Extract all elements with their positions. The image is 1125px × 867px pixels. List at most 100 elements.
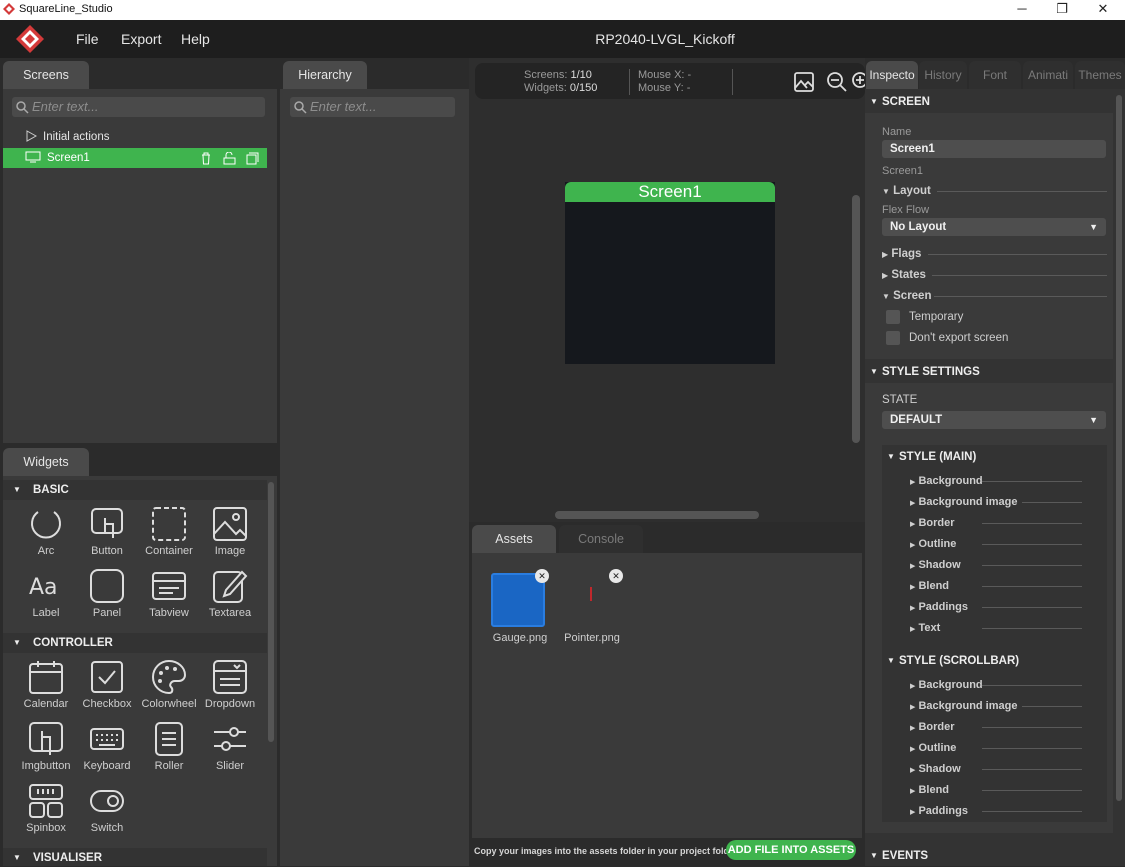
tab-console[interactable]: Console	[559, 525, 643, 553]
remove-asset-icon[interactable]: ✕	[535, 569, 549, 583]
screen-list-item[interactable]: Screen1	[3, 148, 267, 168]
widget-label[interactable]: Aa Label	[16, 568, 76, 619]
tab-hierarchy[interactable]: Hierarchy	[283, 61, 367, 89]
events-header[interactable]: ▼ EVENTS	[865, 845, 1113, 867]
screens-search-input[interactable]: Enter text...	[12, 97, 265, 117]
widget-colorwheel[interactable]: Colorwheel	[139, 659, 199, 710]
widget-checkbox[interactable]: Checkbox	[77, 659, 137, 710]
widget-calendar[interactable]: Calendar	[16, 659, 76, 710]
tab-screens[interactable]: Screens	[3, 61, 89, 89]
minimize-button[interactable]: ─	[1008, 1, 1036, 16]
dont-export-label: Don't export screen	[909, 332, 1009, 344]
screen-section-header[interactable]: ▼ SCREEN	[865, 91, 1113, 113]
dont-export-checkbox[interactable]	[886, 331, 900, 345]
widget-roller[interactable]: Roller	[139, 721, 199, 772]
flags-label: Flags	[891, 248, 922, 260]
widget-container[interactable]: Container	[139, 506, 199, 557]
widget-switch[interactable]: Switch	[77, 783, 137, 834]
zoom-in-icon[interactable]	[851, 71, 865, 93]
style-property-label: Blend	[918, 580, 950, 592]
search-placeholder: Enter text...	[32, 99, 99, 114]
inspector-scrollbar[interactable]	[1116, 95, 1122, 801]
widget-panel[interactable]: Panel	[77, 568, 137, 619]
widgets-panel: Widgets BASIC Arc Button Container Image…	[0, 448, 280, 866]
controller-section-header[interactable]: CONTROLLER	[3, 633, 267, 653]
state-dropdown[interactable]: DEFAULT	[882, 411, 1106, 429]
widget-button[interactable]: Button	[77, 506, 137, 557]
style-property-collapse[interactable]: ▶ Text	[910, 620, 1082, 636]
tabview-icon	[152, 572, 186, 600]
initial-actions-label: Initial actions	[43, 131, 110, 143]
style-property-collapse[interactable]: ▶ Blend	[910, 578, 1082, 594]
menubar: File Export Help RP2040-LVGL_Kickoff	[0, 20, 1125, 58]
window-titlebar: SquareLine_Studio ─ ❐ ✕	[0, 0, 1125, 20]
tab-animation[interactable]: Animati	[1023, 61, 1073, 89]
temporary-checkbox[interactable]	[886, 310, 900, 324]
hierarchy-search-input[interactable]: Enter text...	[290, 97, 455, 117]
style-property-collapse[interactable]: ▶ Shadow	[910, 761, 1082, 777]
screen-collapse[interactable]: ▼ Screen	[882, 288, 1107, 304]
maximize-button[interactable]: ❐	[1048, 1, 1076, 17]
screen-preview[interactable]: Screen1	[565, 182, 775, 364]
states-collapse[interactable]: ▶ States	[882, 267, 1107, 283]
tab-widgets[interactable]: Widgets	[3, 448, 89, 476]
tab-history[interactable]: History	[919, 61, 967, 89]
widget-imgbutton[interactable]: Imgbutton	[16, 721, 76, 772]
style-scrollbar-header[interactable]: ▼ STYLE (SCROLLBAR)	[882, 650, 1107, 672]
widget-image[interactable]: Image	[200, 506, 260, 557]
close-button[interactable]: ✕	[1089, 1, 1117, 17]
style-property-collapse[interactable]: ▶ Blend	[910, 782, 1082, 798]
style-property-collapse[interactable]: ▶ Paddings	[910, 803, 1082, 819]
style-property-label: Outline	[918, 538, 957, 550]
style-property-collapse[interactable]: ▶ Background	[910, 473, 1082, 489]
section-title: STYLE SETTINGS	[882, 366, 980, 378]
canvas-horizontal-scrollbar[interactable]	[555, 511, 759, 519]
layout-collapse[interactable]: ▼ Layout	[882, 183, 1107, 199]
flags-collapse[interactable]: ▶ Flags	[882, 246, 1107, 262]
widget-dropdown[interactable]: Dropdown	[200, 659, 260, 710]
delete-icon[interactable]	[200, 152, 212, 165]
style-settings-header[interactable]: ▼ STYLE SETTINGS	[865, 361, 1113, 383]
widget-spinbox[interactable]: Spinbox	[16, 783, 76, 834]
style-property-collapse[interactable]: ▶ Border	[910, 719, 1082, 735]
name-input[interactable]: Screen1	[882, 140, 1106, 158]
style-property-collapse[interactable]: ▶ Background image	[910, 494, 1082, 510]
visualiser-section-header[interactable]: VISUALISER	[3, 848, 267, 866]
widget-arc[interactable]: Arc	[16, 506, 76, 557]
widget-textarea[interactable]: Textarea	[200, 568, 260, 619]
tab-themes[interactable]: Themes	[1075, 61, 1125, 89]
zoom-out-icon[interactable]	[826, 71, 848, 93]
widget-label: Checkbox	[82, 698, 132, 710]
style-property-collapse[interactable]: ▶ Outline	[910, 740, 1082, 756]
add-file-into-assets-button[interactable]: ADD FILE INTO ASSETS	[726, 840, 856, 860]
project-title: RP2040-LVGL_Kickoff	[595, 31, 735, 47]
style-main-header[interactable]: ▼ STYLE (MAIN)	[882, 446, 1107, 468]
canvas-area[interactable]: Screens: 1/10 Widgets: 0/150 Mouse X: - …	[469, 58, 865, 522]
background-image-icon[interactable]	[793, 71, 815, 93]
style-property-collapse[interactable]: ▶ Border	[910, 515, 1082, 531]
widget-slider[interactable]: Slider	[200, 721, 260, 772]
tab-font[interactable]: Font	[969, 61, 1021, 89]
basic-section-header[interactable]: BASIC	[3, 480, 267, 500]
style-property-collapse[interactable]: ▶ Shadow	[910, 557, 1082, 573]
switch-icon	[90, 790, 124, 812]
style-property-collapse[interactable]: ▶ Background image	[910, 698, 1082, 714]
widgets-scrollbar[interactable]	[268, 482, 274, 742]
tab-assets[interactable]: Assets	[472, 525, 556, 553]
flex-flow-dropdown[interactable]: No Layout	[882, 218, 1106, 236]
style-property-label: Background image	[918, 496, 1018, 508]
widget-tabview[interactable]: Tabview	[139, 568, 199, 619]
canvas-vertical-scrollbar[interactable]	[852, 195, 860, 443]
duplicate-icon[interactable]	[246, 152, 259, 165]
style-property-collapse[interactable]: ▶ Outline	[910, 536, 1082, 552]
widget-keyboard[interactable]: Keyboard	[77, 721, 137, 772]
name-label: Name	[882, 126, 912, 138]
remove-asset-icon[interactable]: ✕	[609, 569, 623, 583]
style-property-collapse[interactable]: ▶ Background	[910, 677, 1082, 693]
initial-actions-row[interactable]: Initial actions	[25, 129, 109, 145]
style-property-collapse[interactable]: ▶ Paddings	[910, 599, 1082, 615]
unlock-icon[interactable]	[223, 152, 236, 165]
asset-name: Pointer.png	[564, 632, 620, 644]
tab-inspector[interactable]: Inspecto	[866, 61, 918, 89]
asset-thumbnail-pointer[interactable]	[590, 587, 592, 601]
